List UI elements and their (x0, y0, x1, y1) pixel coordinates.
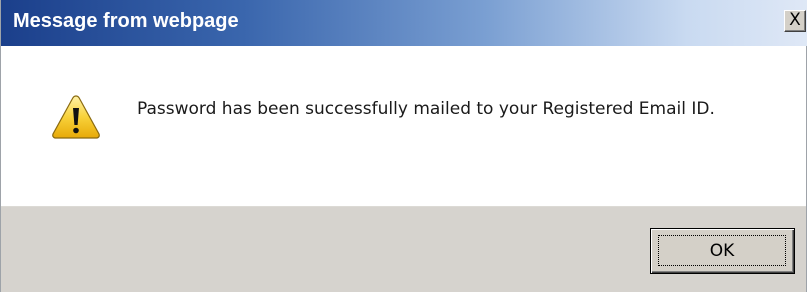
dialog-titlebar[interactable]: Message from webpage X (1, 0, 807, 46)
dialog-title: Message from webpage (13, 10, 239, 32)
close-button[interactable]: X (784, 10, 806, 32)
dialog-footer: OK (1, 206, 806, 292)
warning-icon (52, 95, 100, 139)
message-dialog: Message from webpage X Password has been… (0, 0, 807, 292)
ok-button-label: OK (658, 235, 786, 266)
dialog-message: Password has been successfully mailed to… (137, 99, 715, 119)
ok-button[interactable]: OK (650, 228, 795, 274)
dialog-content: Password has been successfully mailed to… (1, 46, 806, 206)
